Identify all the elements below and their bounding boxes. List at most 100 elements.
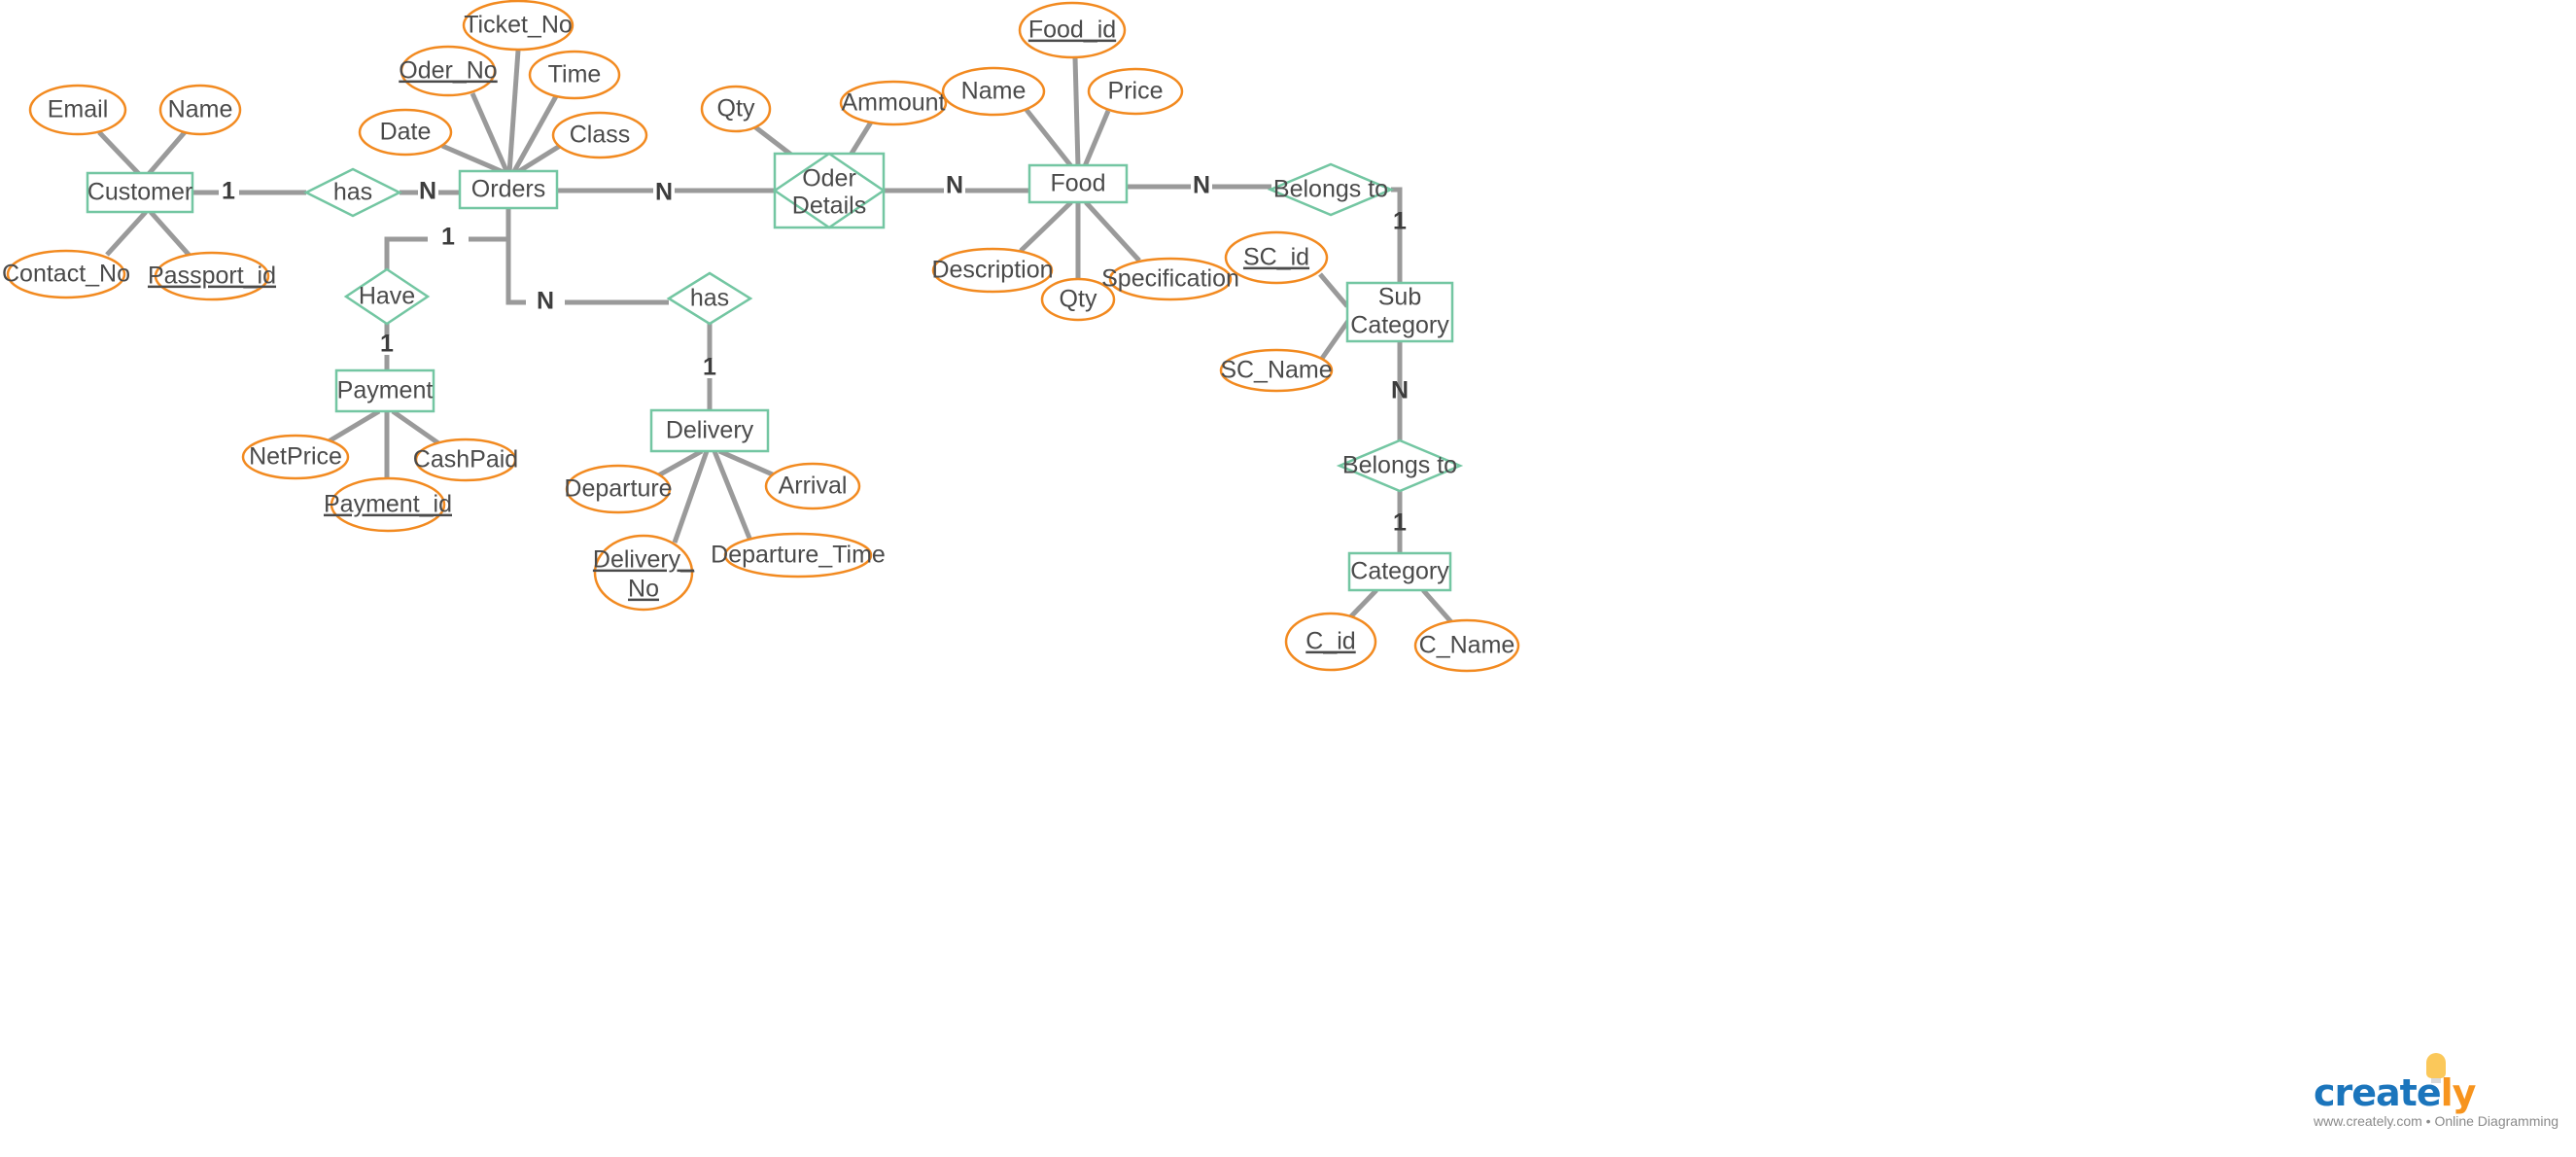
attribute-label-name-food: Name (961, 78, 1027, 105)
attribute-netprice[interactable]: NetPrice (241, 434, 350, 480)
link-customer-passportid (149, 210, 192, 259)
link-food-specification (1084, 200, 1141, 263)
relationship-label-has-orders-delivery: has (690, 285, 729, 312)
link-scid-subcategory (1318, 272, 1349, 308)
entity-orders[interactable]: Orders (458, 169, 559, 210)
entity-food[interactable]: Food (1027, 163, 1129, 204)
attribute-label-qty-food: Qty (1060, 286, 1097, 313)
entity-delivery[interactable]: Delivery (649, 408, 770, 453)
attribute-label-ticket-no: Ticket_No (464, 12, 573, 39)
attribute-class[interactable]: Class (551, 111, 648, 159)
attribute-sc-id[interactable]: SC_id (1224, 230, 1329, 285)
card-orders-details: N (655, 179, 673, 206)
attribute-label-delivery-no: Delivery_ (593, 546, 695, 574)
attribute-label-email: Email (48, 96, 109, 123)
attribute-label-oder-no: Oder_No (399, 57, 497, 85)
relationship-label-belongs-to-sub-cat: Belongs to (1342, 452, 1457, 479)
entity-label-payment: Payment (337, 377, 434, 404)
relationship-has-customer-orders[interactable]: has (303, 167, 402, 218)
relationship-have-orders-payment[interactable]: Have (343, 267, 431, 326)
attribute-ammount[interactable]: Ammount (839, 80, 948, 126)
relationship-label-has-customer-orders: has (333, 179, 372, 206)
entity-label-delivery: Delivery (666, 417, 754, 444)
attribute-date[interactable]: Date (358, 108, 453, 157)
card-belongs-cat: 1 (1393, 509, 1407, 537)
entity-label-orders: Orders (471, 176, 545, 203)
entity-label-food: Food (1051, 170, 1106, 197)
link-orders-have-b (384, 236, 428, 269)
link-email-customer (97, 130, 142, 177)
attribute-label-payment-id: Payment_id (324, 491, 452, 518)
link-payment-netprice (322, 408, 381, 447)
er-diagram-svg: Customer Orders FoodSubCategoryCategoryPay… (2, 0, 1520, 673)
relationship-label2-oder-details: Details (792, 193, 866, 220)
attribute-sc-name[interactable]: SC_Name (1219, 348, 1334, 393)
link-orders-have-a (469, 208, 511, 242)
attribute-departure-time[interactable]: Departure_Time (711, 532, 886, 578)
attribute-label-time: Time (548, 61, 602, 88)
entity-label-subcategory: Sub (1378, 284, 1421, 311)
link-name-customer (146, 130, 187, 177)
attribute-label-c-name: C_Name (1419, 632, 1515, 659)
attribute-name-food[interactable]: Name (941, 66, 1046, 117)
attribute-payment-id[interactable]: Payment_id (324, 476, 452, 533)
entity-payment[interactable]: Payment (334, 368, 435, 413)
attribute-label-ammount: Ammount (842, 89, 946, 117)
er-diagram-canvas: Customer Orders Food Sub Category Category Pay… (0, 0, 2576, 1157)
attribute-label-netprice: NetPrice (249, 443, 342, 471)
attribute-description[interactable]: Description (931, 247, 1054, 294)
attribute-label-arrival: Arrival (779, 473, 848, 500)
link-payment-cashpaid (391, 408, 446, 450)
relationship-label-have-orders-payment: Have (359, 283, 415, 310)
attribute-ticket-no[interactable]: Ticket_No (462, 0, 574, 52)
attribute-departure[interactable]: Departure (564, 464, 673, 514)
entity-label2-subcategory: Category (1350, 312, 1449, 339)
attribute-oder-no[interactable]: Oder_No (399, 45, 498, 97)
attribute-label-sc-name: SC_Name (1220, 357, 1332, 384)
link-name-food (1025, 108, 1073, 168)
relationship-label-oder-details: Oder (802, 165, 856, 193)
card-orders-hasdel: N (537, 288, 554, 315)
link-delivery-arrival (717, 448, 777, 478)
attribute-label2-delivery-no: No (628, 576, 659, 603)
entity-label-category: Category (1350, 558, 1449, 585)
attribute-cashpaid[interactable]: CashPaid (413, 438, 518, 482)
relationship-has-orders-delivery[interactable]: has (666, 271, 753, 326)
card-belongs-sub: 1 (1393, 208, 1407, 235)
relationship-belongs-to-sub-cat[interactable]: Belongs to (1336, 438, 1464, 493)
attribute-delivery-no[interactable]: Delivery_No (593, 534, 695, 612)
link-food-description (1019, 200, 1073, 253)
card-food-belongs: N (1193, 172, 1210, 199)
attribute-label-contact-no: Contact_No (2, 261, 130, 288)
link-category-cname (1421, 588, 1454, 625)
entity-category[interactable]: Category (1347, 551, 1452, 592)
attribute-label-passport-id: Passport_id (148, 263, 276, 290)
attribute-qty-order[interactable]: Qty (700, 85, 772, 133)
attribute-time[interactable]: Time (528, 50, 621, 100)
card-customer-has: 1 (222, 178, 235, 205)
attribute-name-customer[interactable]: Name (158, 84, 242, 136)
link-category-cid (1347, 588, 1378, 620)
attribute-contact-no[interactable]: Contact_No (2, 249, 130, 299)
relationship-belongs-to-food-sub[interactable]: Belongs to (1267, 162, 1395, 217)
attribute-c-id[interactable]: C_id (1284, 612, 1377, 672)
attribute-label-cashpaid: CashPaid (413, 446, 518, 473)
entity-customer[interactable]: Customer (86, 171, 194, 214)
attribute-c-name[interactable]: C_Name (1413, 618, 1520, 673)
link-ticketno-orders (506, 50, 521, 174)
attribute-label-description: Description (931, 257, 1053, 284)
attribute-price[interactable]: Price (1087, 67, 1184, 116)
attribute-specification[interactable]: Specification (1101, 257, 1239, 301)
entity-label-customer: Customer (87, 179, 192, 206)
attribute-food-id[interactable]: Food_id (1018, 1, 1127, 59)
relationship-label-belongs-to-food-sub: Belongs to (1273, 176, 1388, 203)
relationship-oder-details[interactable]: OderDetails (772, 152, 887, 229)
entity-subcategory[interactable]: SubCategory (1345, 281, 1454, 343)
attribute-label-qty-order: Qty (717, 95, 755, 123)
attribute-label-price: Price (1108, 78, 1164, 105)
attribute-label-food-id: Food_id (1028, 17, 1116, 44)
card-orders-have: 1 (441, 224, 455, 251)
attribute-arrival[interactable]: Arrival (764, 462, 861, 510)
attribute-email[interactable]: Email (28, 84, 127, 136)
attribute-passport-id[interactable]: Passport_id (148, 251, 276, 301)
